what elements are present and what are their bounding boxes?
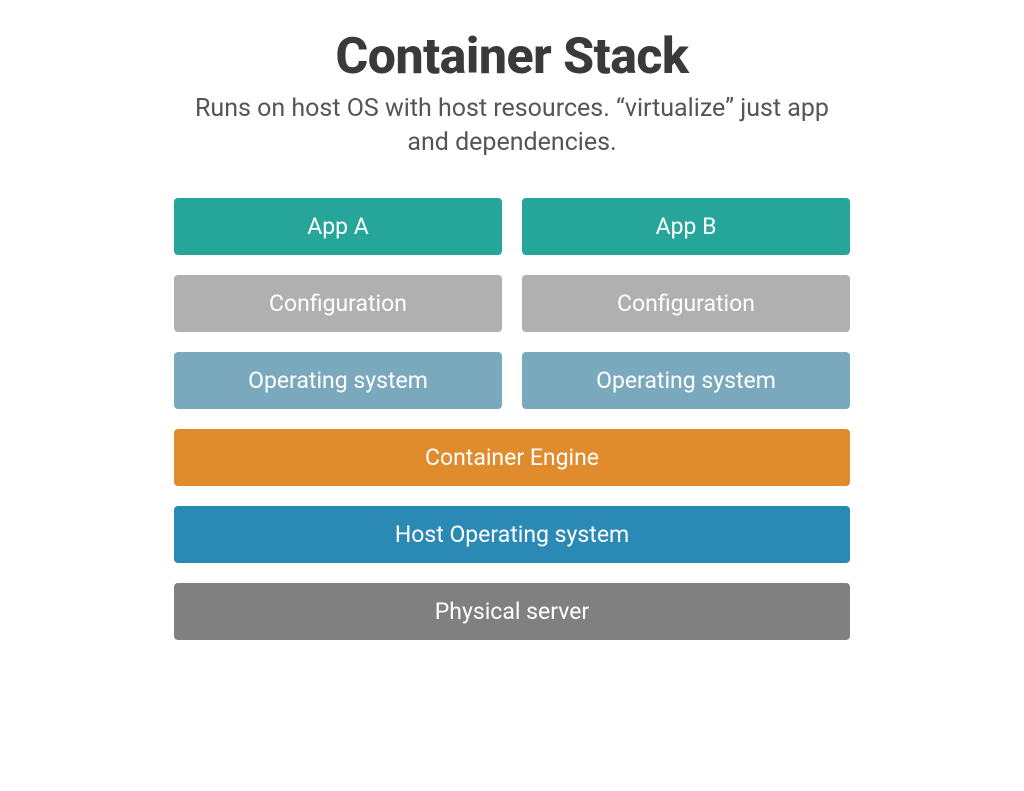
app-b-box: App B — [522, 198, 850, 255]
config-a-box: Configuration — [174, 275, 502, 332]
container-engine-box: Container Engine — [174, 429, 850, 486]
container-columns: App A Configuration Operating system App… — [174, 198, 850, 409]
diagram-subtitle: Runs on host OS with host resources. “vi… — [172, 92, 852, 160]
container-column-b: App B Configuration Operating system — [522, 198, 850, 409]
os-a-box: Operating system — [174, 352, 502, 409]
diagram-title: Container Stack — [336, 28, 689, 86]
config-b-box: Configuration — [522, 275, 850, 332]
os-b-box: Operating system — [522, 352, 850, 409]
container-column-a: App A Configuration Operating system — [174, 198, 502, 409]
container-stack-diagram: App A Configuration Operating system App… — [174, 198, 850, 640]
host-os-box: Host Operating system — [174, 506, 850, 563]
app-a-box: App A — [174, 198, 502, 255]
physical-server-box: Physical server — [174, 583, 850, 640]
